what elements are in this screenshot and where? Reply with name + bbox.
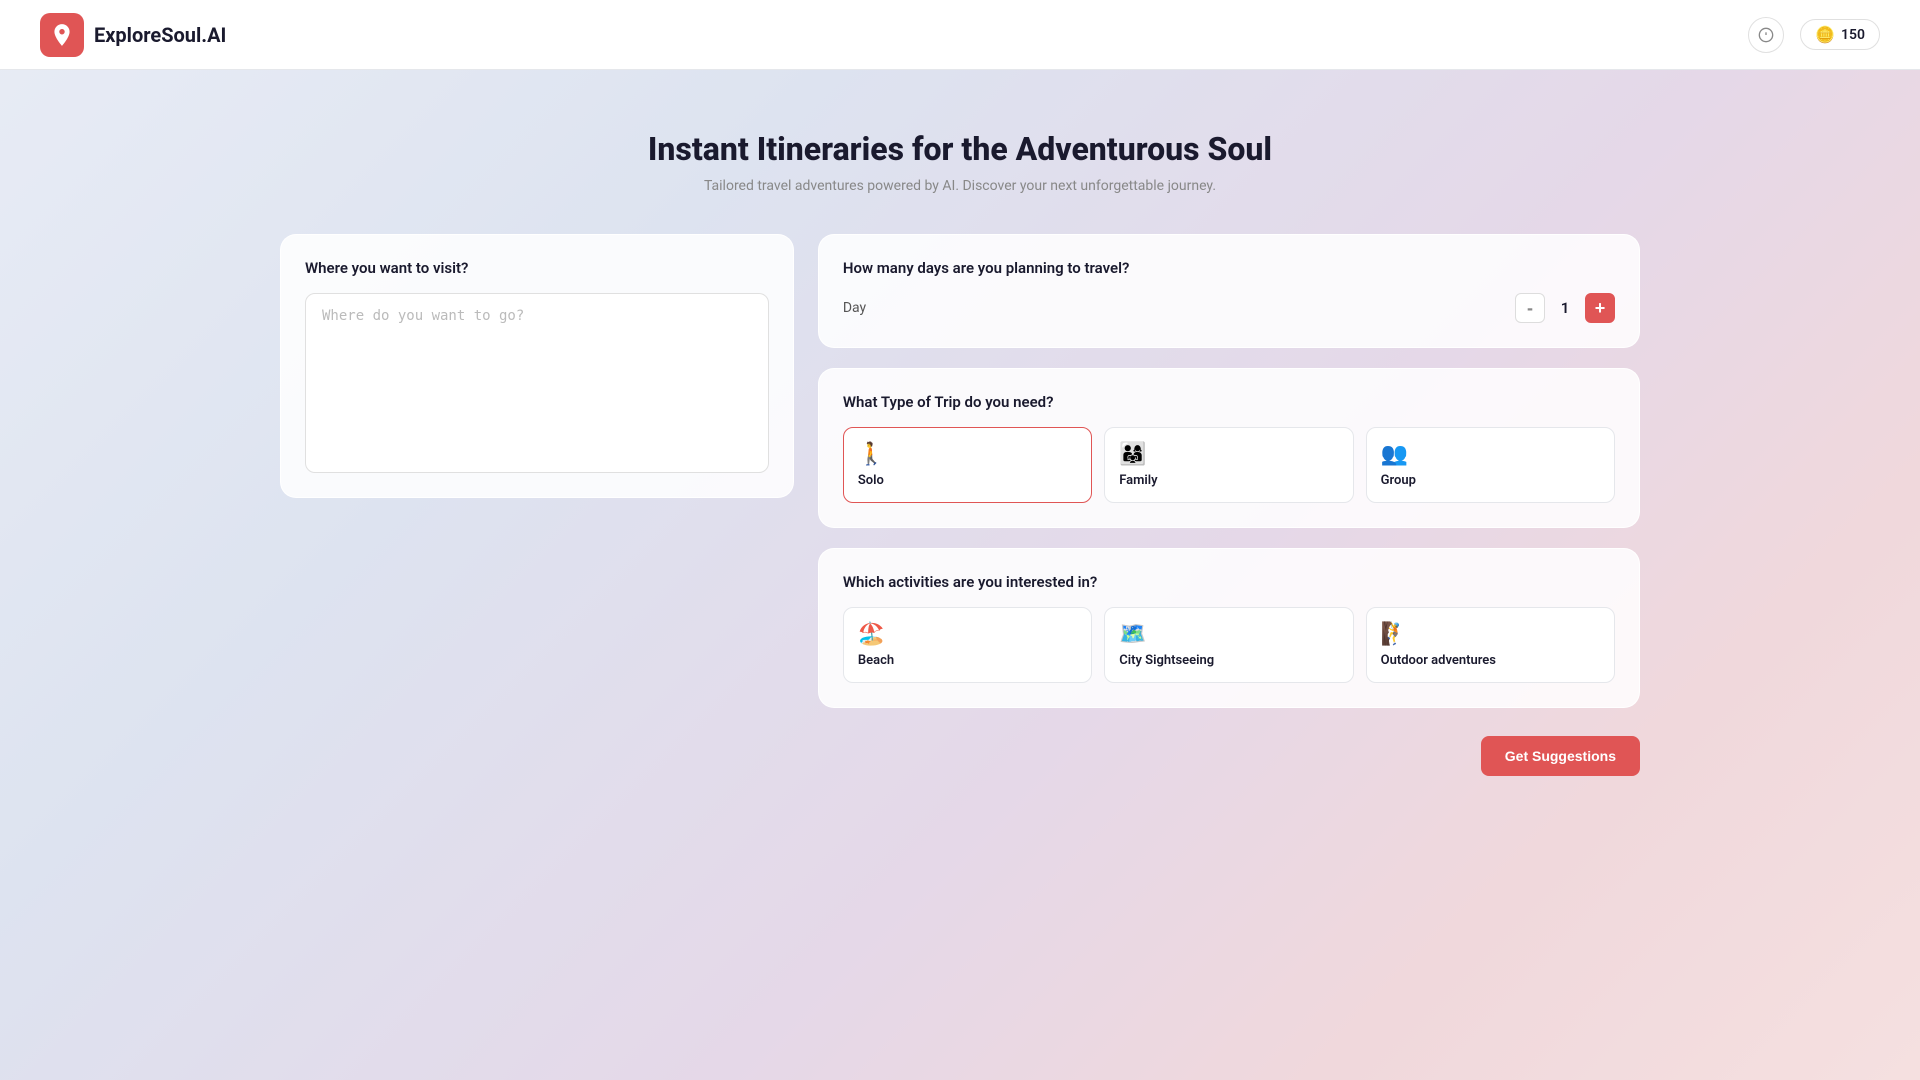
page-subtitle: Tailored travel adventures powered by AI… — [280, 178, 1640, 194]
activities-card: Which activities are you interested in? … — [818, 548, 1640, 708]
group-icon: 👥 — [1381, 442, 1600, 467]
outdoor-label: Outdoor adventures — [1381, 653, 1600, 668]
activities-options: 🏖️ Beach 🗺️ City Sightseeing 🧗 Outdoor a… — [843, 607, 1615, 683]
content-grid: Where you want to visit? How many days a… — [280, 234, 1640, 776]
activity-city-sightseeing[interactable]: 🗺️ City Sightseeing — [1104, 607, 1353, 683]
days-value: 1 — [1555, 299, 1575, 317]
family-label: Family — [1119, 473, 1338, 488]
destination-label: Where you want to visit? — [305, 259, 769, 277]
solo-icon: 🚶 — [858, 442, 1077, 467]
main-content: Instant Itineraries for the Adventurous … — [0, 70, 1920, 816]
app-name: ExploreSoul.AI — [94, 23, 226, 47]
days-decrement-button[interactable]: - — [1515, 293, 1545, 323]
logo-icon — [40, 13, 84, 57]
header-right: 🪙 150 — [1748, 17, 1880, 53]
destination-input[interactable] — [305, 293, 769, 473]
city-sightseeing-label: City Sightseeing — [1119, 653, 1338, 668]
days-card: How many days are you planning to travel… — [818, 234, 1640, 348]
trip-type-family[interactable]: 👨‍👩‍👧 Family — [1104, 427, 1353, 503]
trip-type-solo[interactable]: 🚶 Solo — [843, 427, 1092, 503]
family-icon: 👨‍👩‍👧 — [1119, 442, 1338, 467]
days-counter: - 1 + — [1515, 293, 1615, 323]
trip-type-label: What Type of Trip do you need? — [843, 393, 1615, 411]
notification-button[interactable] — [1748, 17, 1784, 53]
activity-beach[interactable]: 🏖️ Beach — [843, 607, 1092, 683]
days-field-label: Day — [843, 300, 1503, 316]
activity-outdoor-adventures[interactable]: 🧗 Outdoor adventures — [1366, 607, 1615, 683]
header: ExploreSoul.AI 🪙 150 — [0, 0, 1920, 70]
cta-row: Get Suggestions — [818, 736, 1640, 776]
trip-type-options: 🚶 Solo 👨‍👩‍👧 Family 👥 Group — [843, 427, 1615, 503]
beach-label: Beach — [858, 653, 1077, 668]
solo-label: Solo — [858, 473, 1077, 488]
trip-type-group[interactable]: 👥 Group — [1366, 427, 1615, 503]
days-row: Day - 1 + — [843, 293, 1615, 323]
coins-badge: 🪙 150 — [1800, 19, 1880, 50]
destination-card: Where you want to visit? — [280, 234, 794, 498]
page-title: Instant Itineraries for the Adventurous … — [280, 130, 1640, 168]
beach-icon: 🏖️ — [858, 622, 1077, 647]
city-sightseeing-icon: 🗺️ — [1119, 622, 1338, 647]
outdoor-icon: 🧗 — [1381, 622, 1600, 647]
days-label: How many days are you planning to travel… — [843, 259, 1615, 277]
activities-label: Which activities are you interested in? — [843, 573, 1615, 591]
get-suggestions-button[interactable]: Get Suggestions — [1481, 736, 1640, 776]
group-label: Group — [1381, 473, 1600, 488]
coin-icon: 🪙 — [1815, 25, 1835, 44]
coins-value: 150 — [1841, 27, 1865, 43]
days-increment-button[interactable]: + — [1585, 293, 1615, 323]
right-column: How many days are you planning to travel… — [818, 234, 1640, 776]
logo-area: ExploreSoul.AI — [40, 13, 226, 57]
trip-type-card: What Type of Trip do you need? 🚶 Solo 👨‍… — [818, 368, 1640, 528]
